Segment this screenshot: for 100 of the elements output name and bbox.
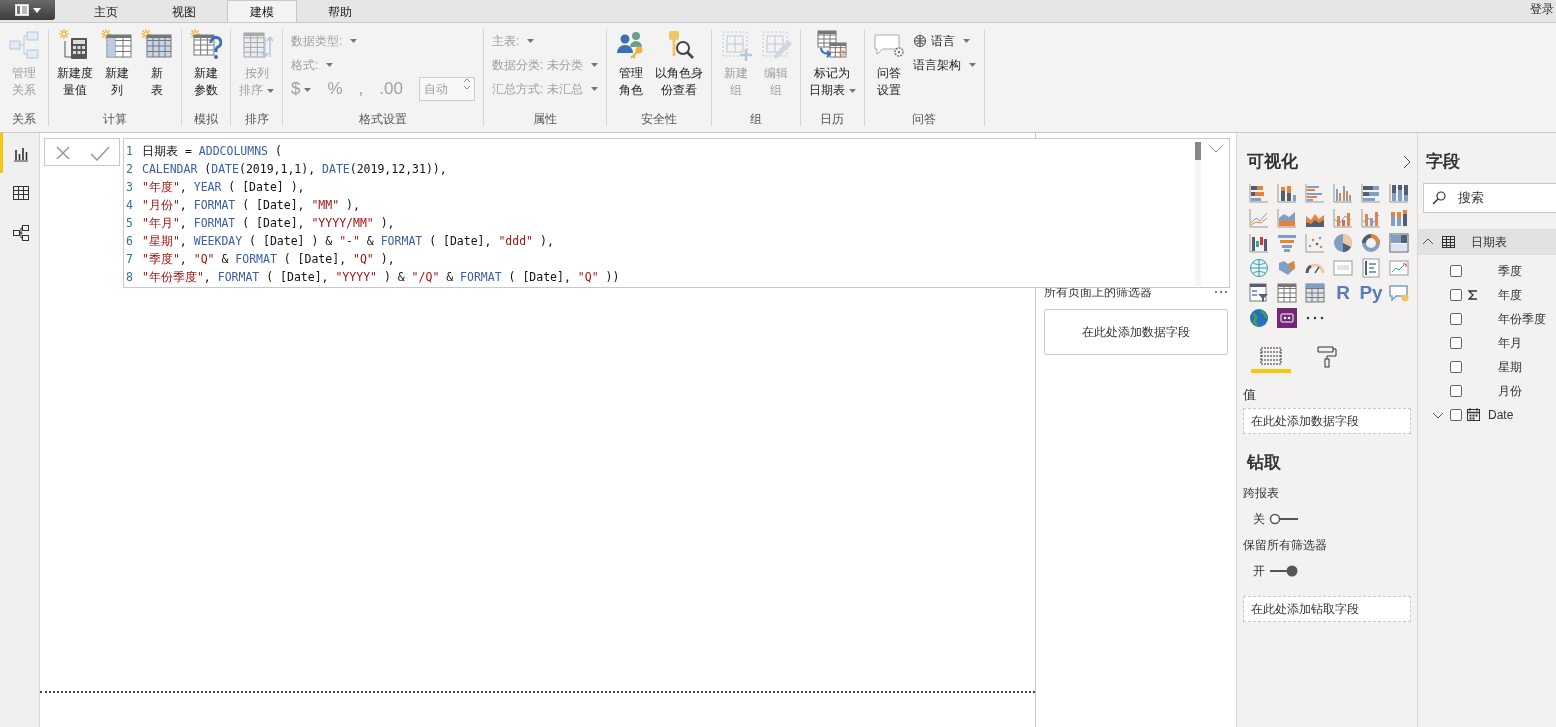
matrix-icon[interactable] bbox=[1305, 283, 1325, 303]
globe-icon[interactable] bbox=[1249, 308, 1269, 328]
field-name: 年度 bbox=[1498, 286, 1522, 304]
ribbon-button[interactable]: 管理 角色 bbox=[610, 29, 651, 99]
slicer-icon[interactable] bbox=[1249, 283, 1269, 303]
filter-drop-zone[interactable]: 在此处添加数据字段 bbox=[1044, 309, 1228, 355]
ribbon-button[interactable]: 新 表 bbox=[137, 29, 177, 99]
ribbon-tab[interactable]: 帮助 bbox=[305, 0, 375, 22]
ribbon-dropdown[interactable]: 语言架构 bbox=[912, 53, 976, 77]
code-line: "季度", "Q" & FORMAT ( [Date], "Q" ), bbox=[142, 251, 395, 268]
switch-icon[interactable] bbox=[1269, 512, 1299, 525]
line-number: 1 bbox=[125, 143, 134, 160]
well-label: 值 bbox=[1243, 385, 1257, 404]
pie-chart-icon[interactable] bbox=[1333, 233, 1353, 253]
line-number: 3 bbox=[125, 179, 134, 196]
scrollbar-thumb[interactable] bbox=[1195, 142, 1201, 160]
toggle-label: 保留所有筛选器 bbox=[1243, 536, 1328, 554]
field-row[interactable]: 月份 bbox=[1418, 378, 1556, 403]
ribbon-button[interactable]: 新建度 量值 bbox=[53, 29, 97, 99]
expand-chevron-icon[interactable] bbox=[1403, 154, 1411, 169]
script-visual-button[interactable]: R bbox=[1331, 282, 1355, 304]
globe-icon[interactable] bbox=[1249, 258, 1269, 278]
paint-roller-icon bbox=[1316, 344, 1338, 369]
switch-icon[interactable] bbox=[1269, 564, 1299, 577]
chevron-icon[interactable] bbox=[1432, 411, 1444, 420]
model-icon bbox=[12, 224, 30, 243]
calendar-icon bbox=[1466, 408, 1480, 421]
ribbon-tab[interactable]: 视图 bbox=[149, 0, 219, 22]
field-row[interactable]: 星期 bbox=[1418, 354, 1556, 379]
speech-bubble-icon[interactable] bbox=[1389, 283, 1409, 303]
script-visual-button[interactable]: Py bbox=[1359, 282, 1383, 304]
field-name: 月份 bbox=[1498, 382, 1522, 400]
ribbon-chart-icon[interactable] bbox=[1389, 208, 1409, 228]
formula-editor[interactable] bbox=[123, 138, 1230, 288]
search-field[interactable]: 搜索 bbox=[1423, 182, 1556, 213]
field-row[interactable]: 年月 bbox=[1418, 330, 1556, 355]
field-row[interactable]: 年份季度 bbox=[1418, 306, 1556, 331]
group-label: 关系 bbox=[11, 112, 37, 126]
caret-icon bbox=[32, 7, 41, 13]
line-number: 8 bbox=[125, 269, 134, 286]
kpi-icon[interactable] bbox=[1389, 258, 1409, 278]
field-row[interactable]: 年度 bbox=[1418, 282, 1556, 307]
new-group-icon bbox=[719, 29, 752, 61]
pane-tab[interactable] bbox=[1251, 344, 1291, 373]
line-column-chart-icon[interactable] bbox=[1333, 208, 1353, 228]
edit-group-icon bbox=[759, 29, 792, 61]
field-name: 年月 bbox=[1498, 334, 1522, 352]
checkbox[interactable] bbox=[1450, 384, 1462, 397]
checkbox[interactable] bbox=[1450, 336, 1462, 349]
multirow-card-icon[interactable] bbox=[1361, 258, 1381, 278]
full-bar-chart-icon[interactable] bbox=[1361, 183, 1381, 203]
checkbox[interactable] bbox=[1450, 408, 1462, 421]
ribbon-button[interactable]: 新建 列 bbox=[97, 29, 137, 99]
sigma-icon bbox=[1468, 289, 1478, 300]
checkbox[interactable] bbox=[1450, 288, 1462, 301]
section-title: 钻取 bbox=[1245, 452, 1282, 474]
field-name: 年份季度 bbox=[1498, 310, 1546, 328]
checkbox[interactable] bbox=[1450, 360, 1462, 373]
ribbon-button[interactable]: 新建 参数 bbox=[186, 29, 226, 99]
file-menu-button[interactable] bbox=[0, 0, 55, 20]
group-label: 计算 bbox=[102, 112, 128, 126]
search-icon bbox=[1432, 190, 1446, 205]
stacked-bar-chart-icon[interactable] bbox=[1249, 183, 1269, 203]
area-chart-icon[interactable] bbox=[1277, 208, 1297, 228]
ribbon-tab[interactable]: 建模 bbox=[227, 0, 297, 22]
waterfall-chart-icon[interactable] bbox=[1249, 233, 1269, 253]
ribbon-dropdown[interactable]: 语言 bbox=[912, 29, 976, 53]
table-question-icon bbox=[190, 29, 222, 61]
ribbon-tab[interactable]: 主页 bbox=[71, 0, 141, 22]
sign-in-link[interactable]: 登录 bbox=[1530, 0, 1556, 18]
expand-chevron-icon[interactable] bbox=[1209, 145, 1223, 153]
stacked-column-chart-icon[interactable] bbox=[1277, 183, 1297, 203]
donut-chart-icon[interactable] bbox=[1361, 233, 1381, 253]
table-icon[interactable] bbox=[1277, 283, 1297, 303]
custom-visual-icon[interactable] bbox=[1276, 308, 1298, 328]
code-line: "星期", WEEKDAY ( [Date] ) & "-" & FORMAT ( [Date], "ddd" ), bbox=[142, 233, 554, 250]
toggle-switch[interactable]: 关 bbox=[1243, 509, 1299, 528]
code-line: "年度", YEAR ( [Date] ), bbox=[142, 179, 305, 196]
table-name: 日期表 bbox=[1471, 233, 1507, 251]
line-number: 4 bbox=[125, 197, 134, 214]
toggle-label: 跨报表 bbox=[1243, 484, 1280, 502]
group-label: 组 bbox=[748, 112, 763, 126]
ribbon-button[interactable]: 问答 设置 bbox=[868, 29, 909, 99]
ribbon-button[interactable]: 以角色身 份查看 bbox=[650, 29, 707, 99]
field-row[interactable]: Date bbox=[1418, 402, 1556, 427]
chevron-icon[interactable] bbox=[1422, 237, 1434, 246]
ribbon-button[interactable]: 标记为 日期表 bbox=[804, 29, 860, 99]
checkbox[interactable] bbox=[1450, 264, 1462, 277]
code-line: "年月", FORMAT ( [Date], "YYYY/MM" ), bbox=[142, 215, 395, 232]
code-line: CALENDAR (DATE(2019,1,1), DATE(2019,12,31)), bbox=[142, 161, 447, 178]
field-name: 星期 bbox=[1498, 358, 1522, 376]
table-row[interactable]: 日期表 bbox=[1418, 228, 1556, 255]
values-drop-zone[interactable]: 在此处添加数据字段 bbox=[1243, 408, 1411, 434]
full-column-chart-icon[interactable] bbox=[1389, 183, 1409, 203]
checkbox[interactable] bbox=[1450, 312, 1462, 325]
field-row[interactable]: 季度 bbox=[1418, 258, 1556, 283]
drillthrough-drop-zone[interactable]: 在此处添加钻取字段 bbox=[1243, 595, 1411, 622]
field-name: Date bbox=[1488, 406, 1514, 424]
treemap-icon[interactable] bbox=[1389, 233, 1409, 253]
toggle-switch[interactable]: 开 bbox=[1243, 561, 1299, 580]
